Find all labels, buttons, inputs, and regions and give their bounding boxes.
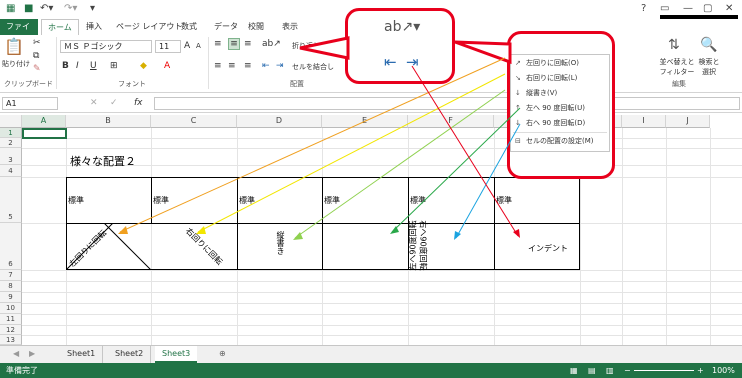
- annotation-arrows: [118, 36, 521, 240]
